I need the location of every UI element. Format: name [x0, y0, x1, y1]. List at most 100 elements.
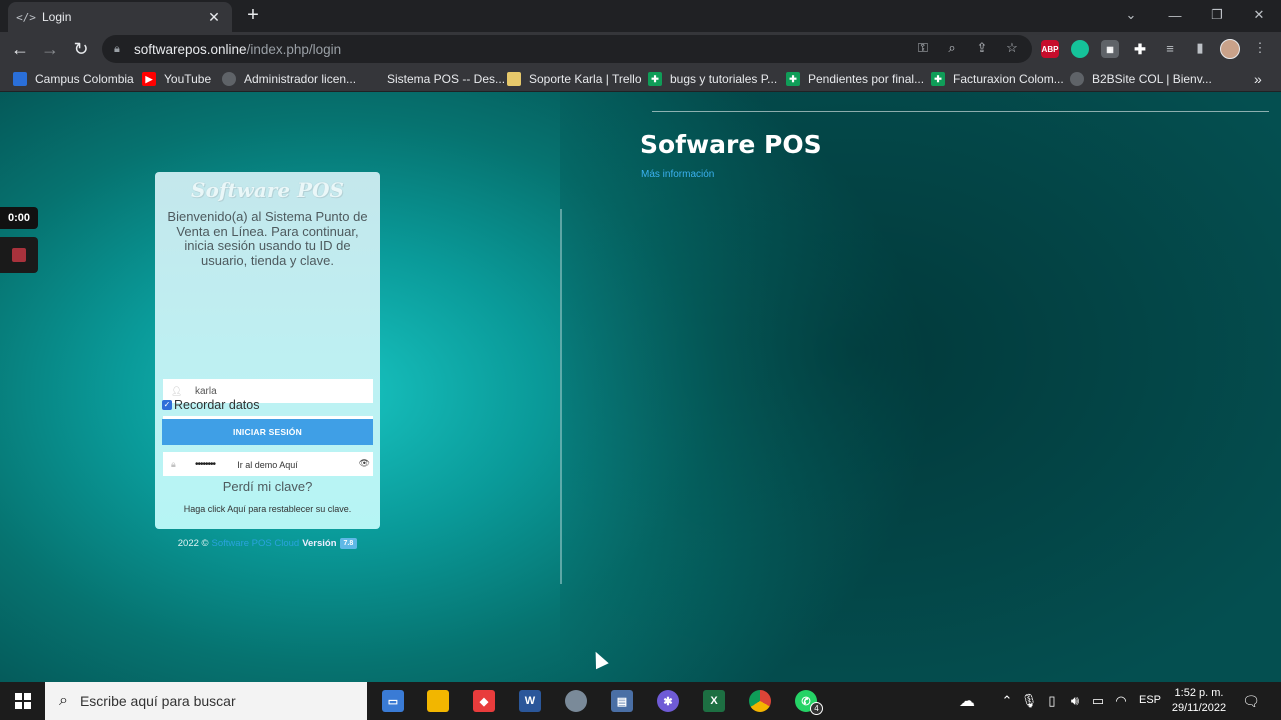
recorder-stop-button[interactable] — [0, 237, 38, 273]
browser-toolbar: ← → ↻ 🔒︎ softwarepos.online/index.php/lo… — [0, 32, 1281, 66]
taskbar-app-1[interactable]: ▭ — [371, 682, 415, 720]
bookmark-item[interactable]: Administrador licen... — [222, 71, 356, 87]
microphone-icon[interactable]: 🎙︎ — [1020, 682, 1038, 720]
address-bar[interactable]: 🔒︎ softwarepos.online/index.php/login — [102, 35, 1032, 63]
forgot-password-link[interactable]: Perdí mi clave? — [155, 479, 380, 494]
campus-icon — [13, 72, 27, 86]
lock-icon: 🔒︎ — [114, 42, 120, 55]
taskbar-word[interactable]: W — [508, 682, 552, 720]
user-value: karla — [195, 385, 217, 397]
bookmark-item[interactable]: ✚ Facturaxion Colom... — [931, 71, 1064, 87]
grammarly-extension-icon[interactable] — [1071, 40, 1089, 58]
show-hidden-icons-icon[interactable]: ⌃ — [998, 682, 1016, 720]
chrome-icon — [749, 690, 771, 712]
globe-icon — [222, 72, 236, 86]
trello-icon — [507, 72, 521, 86]
back-icon[interactable]: ← — [8, 37, 32, 61]
system-clock[interactable]: 1:52 p. m. 29/11/2022 — [1164, 686, 1234, 716]
recorder-timer: 0:00 — [0, 207, 38, 229]
more-info-link[interactable]: Más información — [641, 169, 714, 180]
abp-extension-icon[interactable]: ABP — [1041, 40, 1059, 58]
bookmark-item[interactable]: B2BSite COL | Bienv... — [1070, 71, 1212, 87]
taskbar-whatsapp[interactable]: ✆ 4 — [784, 682, 828, 720]
tab-search-icon[interactable]: ⌄ — [1109, 0, 1153, 30]
search-placeholder: Escribe aquí para buscar — [79, 693, 236, 709]
taskbar-app-6[interactable]: ▤ — [600, 682, 644, 720]
reading-list-icon[interactable]: ≡ — [1160, 38, 1180, 58]
reload-icon[interactable]: ↻ — [69, 37, 93, 61]
forward-icon[interactable]: → — [38, 37, 62, 61]
zoom-icon[interactable]: ⌕ — [942, 38, 962, 58]
sheets-icon: ✚ — [786, 72, 800, 86]
brand-title: Sofware POS — [640, 130, 822, 159]
search-icon: ⌕ — [59, 692, 68, 709]
login-button[interactable]: INICIAR SESIÓN — [162, 419, 373, 445]
blank-icon — [365, 72, 379, 86]
close-tab-icon[interactable]: ✕ — [206, 9, 222, 26]
remember-checkbox[interactable]: ✓ — [162, 400, 172, 410]
word-icon: W — [519, 690, 541, 712]
volume-icon[interactable]: 🔊︎ — [1066, 682, 1084, 720]
key-icon[interactable]: ⚿ — [913, 38, 933, 58]
taskbar-excel[interactable]: X — [692, 682, 736, 720]
bookmark-item[interactable]: ✚ Pendientes por final... — [786, 71, 924, 87]
bookmark-item[interactable]: ✚ bugs y tutoriales P... — [648, 71, 777, 87]
tab-strip: </> Login ✕ + ⌄ — ❐ ✕ — [0, 0, 1281, 32]
bookmarks-bar: Campus Colombia ▶ YouTube Administrador l… — [0, 66, 1281, 92]
battery-icon[interactable]: ▭ — [1089, 682, 1107, 720]
puzzle-extensions-icon[interactable]: ✚ — [1131, 40, 1149, 58]
language-indicator[interactable]: ESP — [1139, 694, 1161, 706]
taskbar-search[interactable]: ⌕ Escribe aquí para buscar — [45, 682, 367, 720]
footer-link[interactable]: Software POS Cloud — [212, 538, 300, 549]
side-panel-icon[interactable]: ▮ — [1190, 38, 1210, 58]
bookmark-item[interactable]: Campus Colombia — [13, 71, 134, 87]
new-tab-button[interactable]: + — [242, 5, 264, 27]
login-page: 0:00 Software POS Bienvenido(a) al Siste… — [0, 92, 1281, 682]
welcome-text: Bienvenido(a) al Sistema Punto de Venta … — [167, 209, 368, 268]
taskbar-anydesk[interactable]: ◆ — [462, 682, 506, 720]
anydesk-icon: ◆ — [473, 690, 495, 712]
bookmark-item[interactable]: ▶ YouTube — [142, 71, 211, 87]
sheets-icon: ✚ — [931, 72, 945, 86]
star-icon[interactable]: ☆ — [1002, 38, 1022, 58]
restore-button[interactable]: ❐ — [1195, 0, 1239, 30]
menu-icon[interactable]: ⋮ — [1250, 38, 1270, 58]
demo-link[interactable]: Ir al demo Aquí — [155, 460, 380, 470]
start-button[interactable] — [0, 682, 45, 720]
gear-wheel-icon: ✱ — [657, 690, 679, 712]
minimize-button[interactable]: — — [1153, 0, 1197, 30]
qr-extension-icon[interactable]: ▦ — [1101, 40, 1119, 58]
close-window-button[interactable]: ✕ — [1237, 0, 1281, 30]
version-label: Versión — [302, 538, 337, 549]
bookmark-item[interactable]: Soporte Karla | Trello — [507, 71, 642, 87]
taskbar-chrome[interactable] — [738, 682, 782, 720]
code-icon: </> — [16, 10, 36, 24]
cloud-app-icon — [565, 690, 587, 712]
bookmark-item[interactable]: Sistema POS -- Des... — [365, 71, 505, 87]
device-icon[interactable]: ▯ — [1043, 682, 1061, 720]
remember-label: Recordar datos — [174, 398, 260, 412]
taskbar-app-5[interactable] — [554, 682, 598, 720]
taskbar-file-explorer[interactable] — [416, 682, 460, 720]
login-card: Software POS Bienvenido(a) al Sistema Pu… — [155, 172, 380, 529]
app-window-icon: ▭ — [382, 690, 404, 712]
reset-password-link[interactable]: Haga click Aquí para restablecer su clav… — [155, 504, 380, 514]
notifications-icon[interactable]: 🗨︎ — [1238, 682, 1264, 720]
divider-line — [652, 111, 1269, 112]
more-bookmarks-icon[interactable]: » — [1254, 71, 1262, 87]
onedrive-icon[interactable]: ☁ — [952, 682, 982, 720]
stop-icon — [12, 248, 26, 262]
share-icon[interactable]: ⇪ — [972, 38, 992, 58]
taskbar-app-7[interactable]: ✱ — [646, 682, 690, 720]
user-icon: 👤︎ — [171, 385, 183, 396]
browser-tab[interactable]: </> Login ✕ — [8, 2, 232, 32]
footer-year: 2022 © — [177, 538, 209, 549]
folder-icon — [427, 690, 449, 712]
sheets-icon: ✚ — [648, 72, 662, 86]
remember-option[interactable]: ✓ Recordar datos — [162, 398, 259, 412]
version-badge: 7.8 — [339, 538, 358, 549]
app-logo: Software POS — [191, 178, 344, 202]
wifi-icon[interactable]: ◠ — [1112, 682, 1130, 720]
background-shade — [560, 92, 1281, 682]
profile-avatar[interactable] — [1220, 39, 1240, 59]
